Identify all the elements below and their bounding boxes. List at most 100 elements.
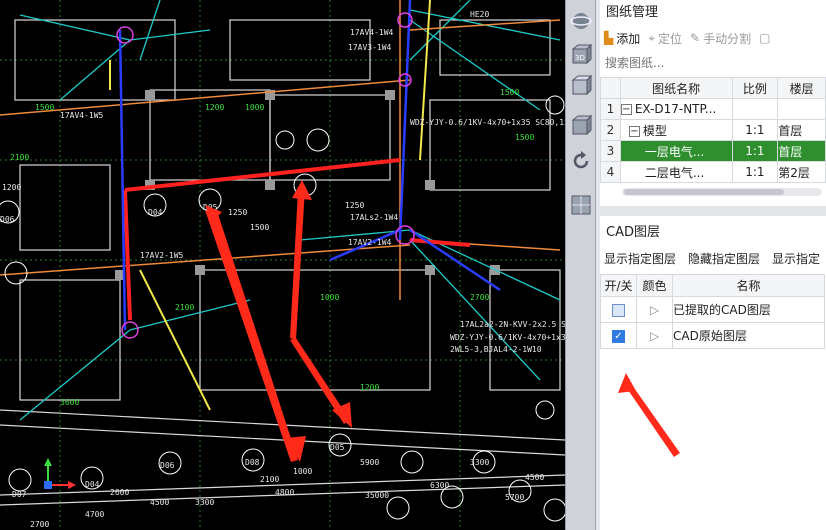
box-view-icon[interactable] [568, 112, 594, 138]
svg-text:1200: 1200 [360, 383, 379, 392]
col-name[interactable]: 名称 [672, 274, 825, 297]
locate-icon: ⌖ [648, 30, 656, 45]
cad-label: 17AV4-1W4 [350, 28, 394, 37]
layer-name: 已提取的CAD图层 [672, 296, 825, 323]
cad-label: 4800 [275, 488, 294, 497]
svg-text:2700: 2700 [470, 293, 489, 302]
svg-text:1200: 1200 [205, 103, 224, 112]
collapse-icon[interactable]: − [628, 125, 640, 137]
layer-toggle-checkbox[interactable] [612, 303, 625, 317]
cad-label: D04 [148, 208, 163, 217]
cad-label: 1250 [228, 208, 247, 217]
drawing-panel-title: 图纸管理 [600, 0, 826, 26]
cad-label: 3300 [195, 498, 214, 507]
horizontal-scrollbar[interactable] [622, 188, 822, 196]
layer-table: 开/关 颜色 名称 ▷ 已提取的CAD图层 ✓ ▷ CAD原始图层 [600, 274, 825, 349]
cad-label: 4700 [85, 510, 104, 519]
layer-toggle-checkbox[interactable]: ✓ [612, 329, 625, 343]
svg-text:3600: 3600 [60, 398, 79, 407]
svg-text:1500: 1500 [35, 103, 54, 112]
collapse-icon[interactable]: − [621, 104, 632, 115]
cad-label: 4500 [525, 473, 544, 482]
cad-drawing[interactable]: 1500 1200 1000 2100 2100 1000 1500 1500 2700 3… [0, 0, 565, 530]
svg-text:1000: 1000 [320, 293, 339, 302]
col-onoff[interactable]: 开/关 [600, 274, 637, 297]
add-label: 添加 [616, 31, 641, 46]
layer-name: CAD原始图层 [672, 322, 825, 349]
cad-label: 2WL5-3,BJAL4-2-1W10 [450, 345, 542, 354]
svg-text:3D: 3D [575, 54, 585, 62]
cad-canvas[interactable]: 1500 1200 1000 2100 2100 1000 1500 1500 2700 3… [0, 0, 565, 530]
layer-panel-title: CAD图层 [600, 220, 826, 246]
cad-label: D06 [160, 461, 175, 470]
cad-label: WDZ-YJY-0.6/1KV-4x70+1x35 SC80,1x(WDZ- [410, 118, 565, 127]
layer-toolbar: 显示指定图层 隐藏指定图层 显示指定 [600, 246, 826, 270]
hide-layer-button[interactable]: 隐藏指定图层 [688, 250, 760, 267]
cad-label: D07 [12, 490, 27, 499]
cad-label: 17ALs2-1W4 [350, 213, 398, 222]
cad-label: 1500 [250, 223, 269, 232]
svg-text:2100: 2100 [10, 153, 29, 162]
scrollbar-thumb[interactable] [624, 189, 784, 195]
svg-text:1000: 1000 [245, 103, 264, 112]
show-layer-button[interactable]: 显示指定图层 [604, 250, 676, 267]
drawing-search-input[interactable] [602, 52, 822, 74]
manual-split-button[interactable]: ✎ 手动分割 [690, 30, 751, 47]
table-row[interactable]: 2 − 模型 1:1 首层 [600, 119, 826, 141]
add-button[interactable]: ▙ 添加 [604, 30, 640, 47]
expand-icon[interactable]: ▷ [650, 329, 659, 343]
col-scale[interactable]: 比例 [731, 77, 779, 99]
cad-label: D06 [0, 215, 15, 224]
show-layer-button-2[interactable]: 显示指定 [772, 250, 820, 267]
add-icon: ▙ [604, 31, 614, 45]
table-row[interactable]: ✓ ▷ CAD原始图层 [600, 322, 825, 349]
table-row[interactable]: 4 二层电气... 1:1 第2层 [600, 161, 826, 183]
cad-label: 1200 [2, 183, 21, 192]
cad-label: HE20 [470, 10, 489, 19]
cad-label: 17AV4-1W5 [60, 111, 104, 120]
col-floor[interactable]: 楼层 [777, 77, 826, 99]
drawing-toolbar: ▙ 添加 ⌖ 定位 ✎ 手动分割 ▢ [600, 26, 826, 50]
cad-label: 5700 [505, 493, 524, 502]
cad-label: WDZ-YJY-0.6/1KV-4x70+1x35 SC80,WL4 [450, 333, 565, 342]
col-color[interactable]: 颜色 [636, 274, 673, 297]
table-row[interactable]: 1 − EX-D17-NTP... [600, 98, 826, 120]
cad-label: 2600 [110, 488, 129, 497]
cad-label: 1250 [345, 201, 364, 210]
expand-icon[interactable]: ▷ [650, 303, 659, 317]
orbit-icon[interactable] [568, 8, 594, 34]
cad-label: D05 [330, 443, 345, 452]
cad-label: 5900 [360, 458, 379, 467]
split-icon: ✎ [690, 31, 701, 45]
col-drawing-name[interactable]: 图纸名称 [619, 77, 733, 99]
cad-label: 2700 [30, 520, 49, 529]
cad-label: 3300 [470, 458, 489, 467]
cad-label: 35000 [365, 491, 389, 500]
manual-split-label: 手动分割 [703, 31, 752, 46]
cad-label: 6300 [430, 481, 449, 490]
cad-label: 1000 [293, 467, 312, 476]
svg-text:1500: 1500 [500, 88, 519, 97]
cad-label: 2100 [260, 475, 279, 484]
locate-button[interactable]: ⌖ 定位 [648, 30, 682, 47]
locate-label: 定位 [658, 31, 683, 46]
drawing-table: 图纸名称 比例 楼层 1 − EX-D17-NTP... 2 − 模型 1:1 首层… [600, 77, 826, 183]
top-view-icon[interactable] [568, 72, 594, 98]
layout-icon[interactable] [568, 192, 594, 218]
more-icon[interactable]: ▢ [759, 31, 770, 45]
view-toolbar: 3D [565, 0, 596, 530]
cad-label: 17AV2-1W5 [140, 251, 184, 260]
table-row[interactable]: ▷ 已提取的CAD图层 [600, 296, 825, 323]
table-row[interactable]: 3 一层电气... 1:1 首层 [600, 140, 826, 162]
svg-text:1500: 1500 [515, 133, 534, 142]
cad-label: 17AV2-1W4 [348, 238, 392, 247]
right-panel: 图纸管理 ▙ 添加 ⌖ 定位 ✎ 手动分割 ▢ 图纸名称 比例 楼层 1 [600, 0, 826, 530]
cad-label: D08 [245, 458, 260, 467]
cad-label: 17AV3-1W4 [348, 43, 392, 52]
cad-label: 4500 [150, 498, 169, 507]
cad-label: 17AL2a2-2N-KVV-2x2.5 SC20 [460, 320, 565, 329]
svg-text:2100: 2100 [175, 303, 194, 312]
3d-view-icon[interactable]: 3D [568, 42, 594, 68]
cad-label: D04 [85, 480, 100, 489]
rotate-icon[interactable] [568, 148, 594, 174]
